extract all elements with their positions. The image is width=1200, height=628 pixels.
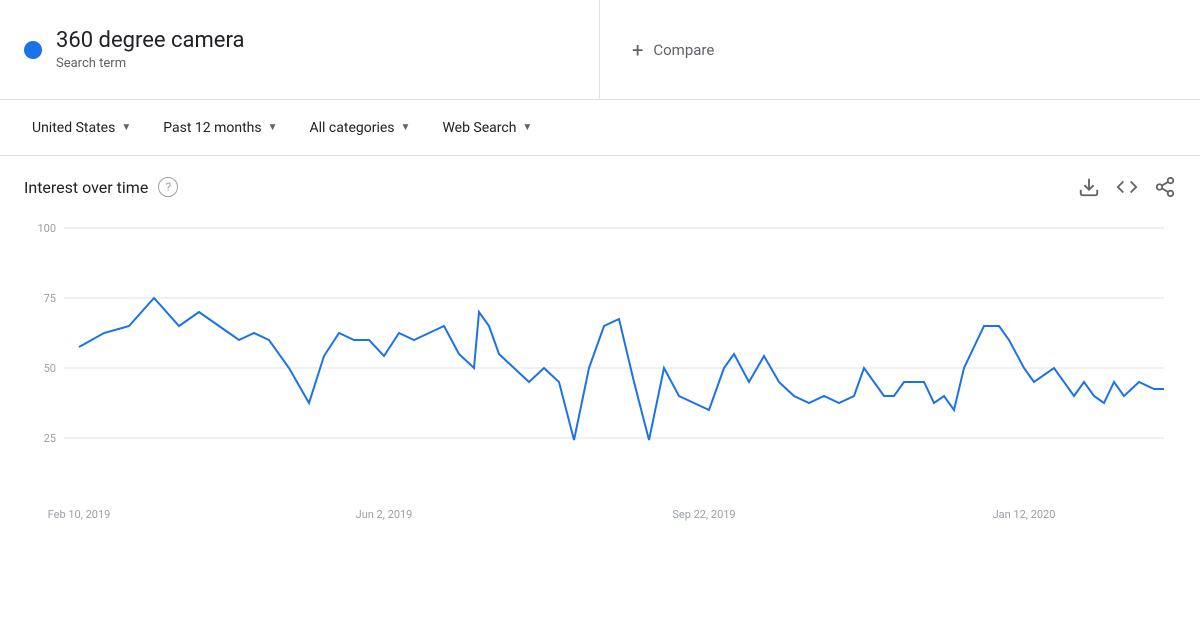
help-icon[interactable]: ? [158, 177, 178, 197]
search-type-label: Web Search [442, 120, 516, 136]
svg-text:Jan 12, 2020: Jan 12, 2020 [993, 508, 1056, 521]
header-right: + Compare [600, 0, 1200, 99]
compare-label: Compare [653, 41, 714, 59]
term-name: 360 degree camera [56, 28, 244, 54]
region-label: United States [32, 120, 115, 136]
search-type-filter[interactable]: Web Search ▼ [430, 112, 544, 144]
svg-text:100: 100 [37, 222, 56, 235]
svg-text:Sep 22, 2019: Sep 22, 2019 [672, 508, 735, 521]
chart-header: Interest over time ? [24, 176, 1176, 198]
svg-text:50: 50 [44, 362, 56, 375]
timeframe-dropdown-arrow: ▼ [268, 122, 278, 133]
embed-button[interactable] [1116, 176, 1138, 198]
svg-text:Jun 2, 2019: Jun 2, 2019 [356, 508, 413, 521]
region-filter[interactable]: United States ▼ [20, 112, 143, 144]
term-info: 360 degree camera Search term [56, 28, 244, 71]
svg-text:75: 75 [44, 292, 56, 305]
interest-chart: 100 75 50 25 Feb 10, 2019 Jun 2, 2019 Se… [24, 208, 1176, 548]
timeframe-filter[interactable]: Past 12 months ▼ [151, 112, 289, 144]
term-dot [24, 41, 42, 59]
filter-bar: United States ▼ Past 12 months ▼ All cat… [0, 100, 1200, 156]
chart-section: Interest over time ? [0, 156, 1200, 548]
header: 360 degree camera Search term + Compare [0, 0, 1200, 100]
compare-button[interactable]: + Compare [632, 38, 714, 62]
category-dropdown-arrow: ▼ [401, 122, 411, 133]
header-left: 360 degree camera Search term [0, 0, 600, 99]
term-type: Search term [56, 56, 244, 71]
trend-line [79, 298, 1164, 440]
help-icon-symbol: ? [165, 180, 171, 194]
download-button[interactable] [1078, 176, 1100, 198]
share-button[interactable] [1154, 176, 1176, 198]
category-filter[interactable]: All categories ▼ [298, 112, 423, 144]
chart-wrapper: 100 75 50 25 Feb 10, 2019 Jun 2, 2019 Se… [24, 208, 1176, 548]
chart-title: Interest over time [24, 178, 148, 197]
timeframe-label: Past 12 months [163, 120, 261, 136]
chart-title-group: Interest over time ? [24, 177, 178, 197]
svg-text:25: 25 [44, 432, 56, 445]
chart-actions [1078, 176, 1176, 198]
region-dropdown-arrow: ▼ [121, 122, 131, 133]
search-type-dropdown-arrow: ▼ [522, 122, 532, 133]
category-label: All categories [310, 120, 395, 136]
svg-text:Feb 10, 2019: Feb 10, 2019 [48, 508, 111, 521]
compare-plus-icon: + [632, 38, 643, 62]
